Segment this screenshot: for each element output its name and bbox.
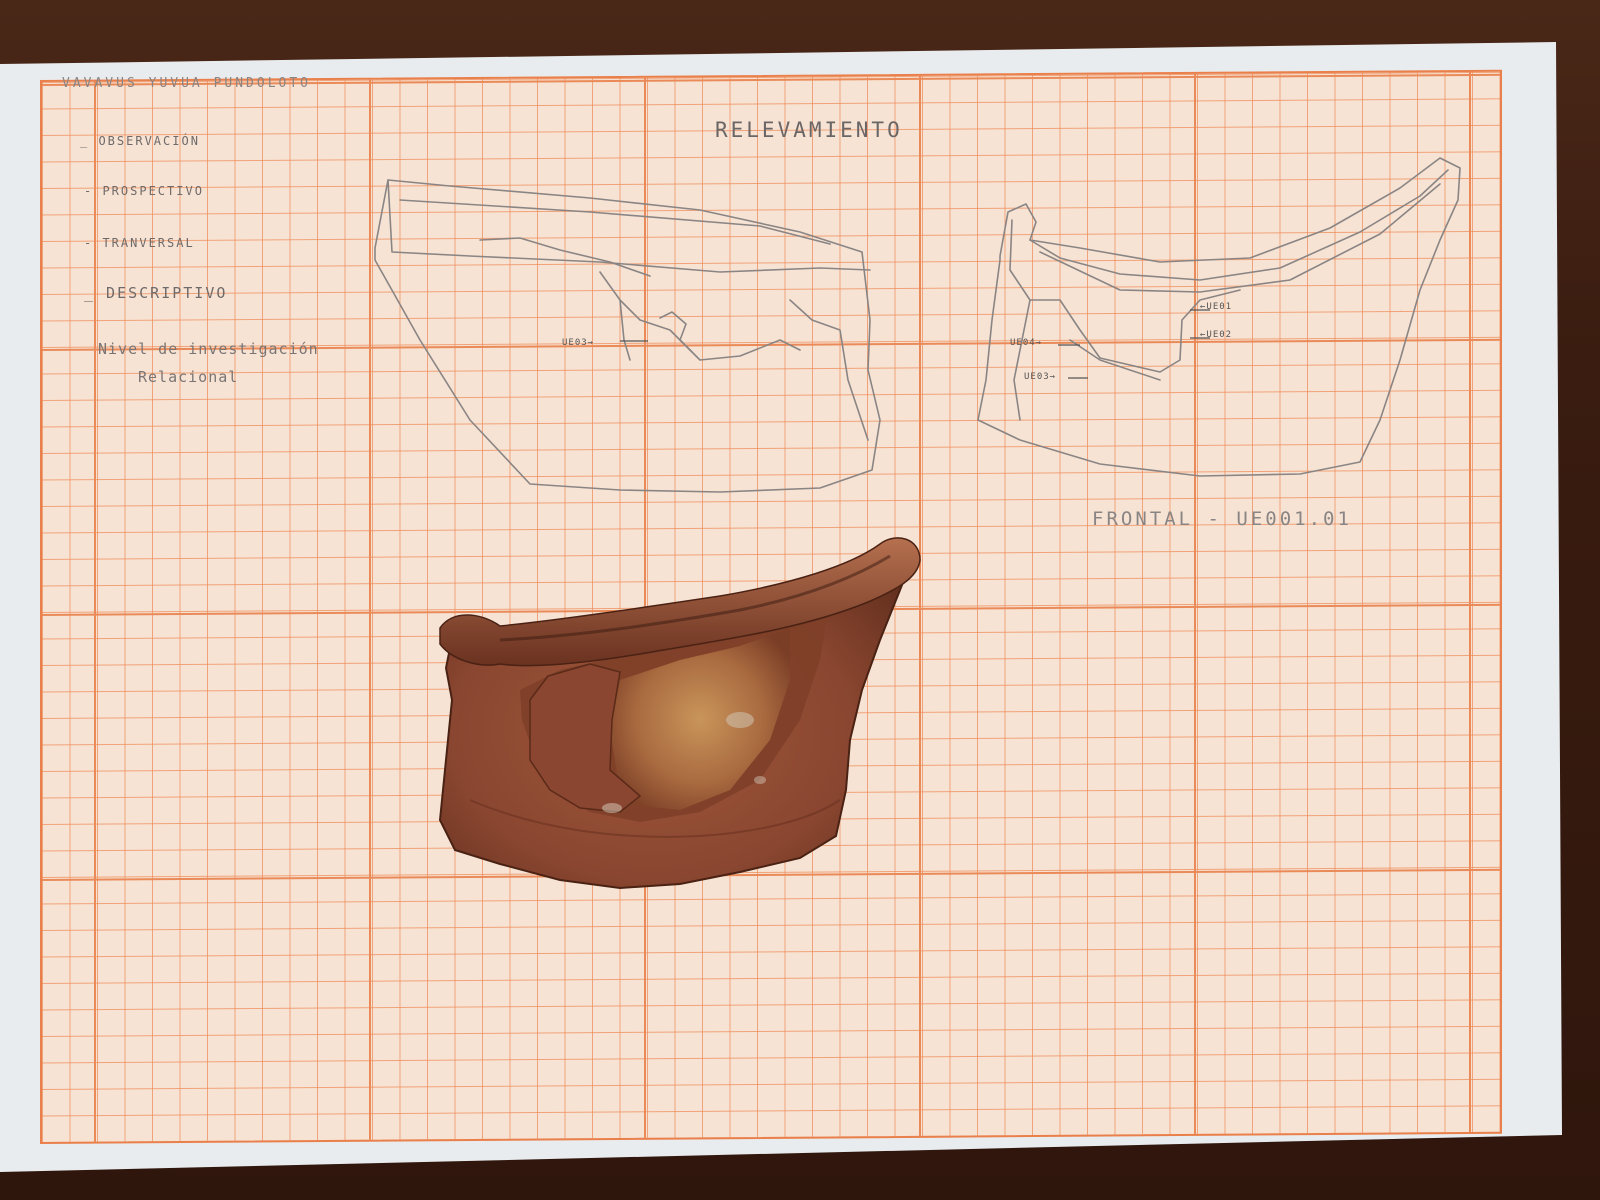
sketch-label-right-top: ←UE01 [1200, 302, 1233, 312]
sketch-right [977, 157, 1461, 477]
view-caption: FRONTAL - UE001.01 [1092, 508, 1352, 530]
sketches-and-artifact [374, 157, 1461, 890]
sketch-label-left: UE03→ [562, 338, 595, 348]
sketch-label-right-bottom: UE03→ [1024, 372, 1057, 382]
sketch-right-arrows [1058, 309, 1210, 379]
sketch-left [374, 179, 881, 493]
photo-scene: VAVAVUS YUVUA PUNDOLOTO RELEVAMIENTO _ O… [0, 0, 1600, 1200]
sketch-label-right-mid: ←UE02 [1200, 330, 1233, 340]
pottery-fragment [438, 537, 921, 890]
sketch-label-right-left: UE04→ [1010, 338, 1043, 348]
